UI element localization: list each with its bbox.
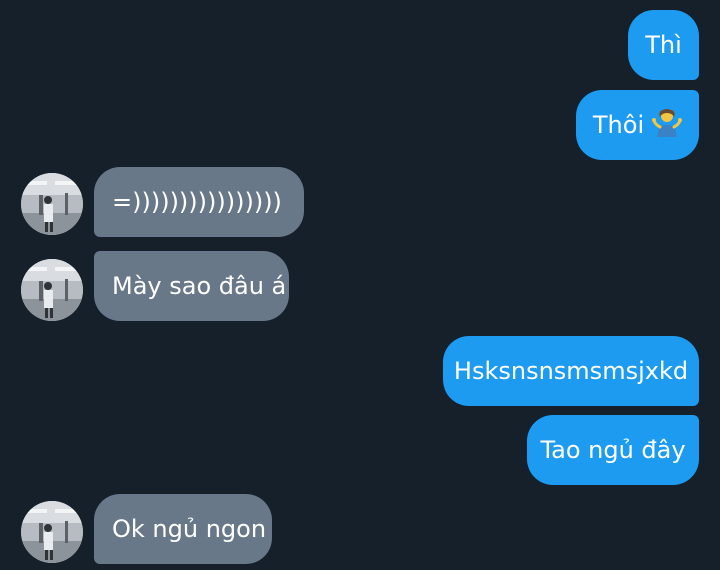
outgoing-message[interactable]: Thì (628, 10, 699, 80)
message-text: Mày sao đâu á (112, 272, 287, 300)
message-text: Thôi (592, 111, 645, 139)
incoming-message[interactable]: =)))))))))))))))) (94, 167, 304, 237)
avatar[interactable] (21, 173, 83, 235)
message-text: Thì (645, 31, 682, 59)
incoming-message[interactable]: Ok ngủ ngon (94, 494, 272, 564)
outgoing-message[interactable]: Tao ngủ đây (527, 415, 699, 485)
incoming-message[interactable]: Mày sao đâu á (94, 251, 289, 321)
avatar[interactable] (21, 501, 83, 563)
outgoing-message[interactable]: Thôi (576, 90, 699, 160)
message-text: =)))))))))))))))) (112, 188, 282, 216)
message-text: Tao ngủ đây (540, 436, 686, 464)
shrug-emoji-icon (652, 107, 683, 143)
chat-thread: Thì Thôi =)))))))))))))))) Mày sao đâu á… (0, 0, 720, 570)
message-text: Ok ngủ ngon (112, 515, 267, 543)
outgoing-message[interactable]: Hsksnsnsmsmsjxkd (443, 336, 699, 406)
message-text: Hsksnsnsmsmsjxkd (453, 357, 689, 385)
avatar[interactable] (21, 259, 83, 321)
